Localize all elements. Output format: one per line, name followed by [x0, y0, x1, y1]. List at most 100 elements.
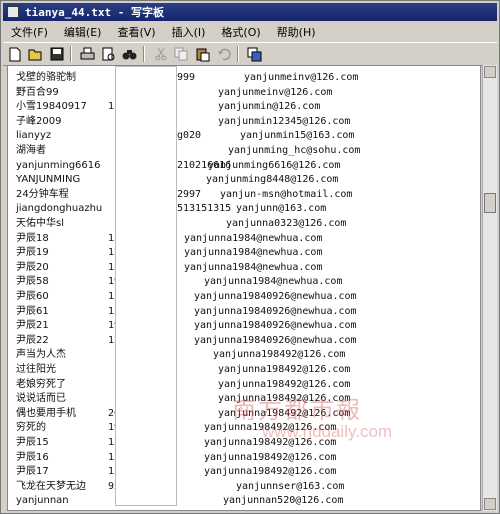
username-text: 过往阳光: [16, 364, 56, 375]
email-text: yanjunmin15@163.com: [240, 130, 355, 142]
partial-number-text: 1: [108, 101, 115, 113]
email-text: yanjunna1984@newhua.com: [184, 261, 323, 273]
text-line: jiangdonghuazhu 513151315 yanjunn@163.com: [8, 201, 480, 216]
username-text: 湖海者: [16, 145, 46, 156]
partial-number-text: g020: [177, 130, 202, 142]
text-line: 尹辰2119yanjunna19840926@newhua.com: [8, 318, 480, 333]
print-button[interactable]: [78, 45, 97, 63]
email-text: yanjunming6616@126.com: [208, 159, 341, 171]
email-text: yanjunmeinv@126.com: [218, 86, 333, 98]
paste-button[interactable]: [193, 45, 212, 63]
vertical-scrollbar[interactable]: [482, 65, 497, 511]
toolbar-separator: [70, 46, 72, 62]
username-text: 声当为人杰: [16, 349, 66, 361]
email-text: yanjun-msn@hotmail.com: [220, 188, 353, 200]
username-text: 尹辰21: [16, 320, 49, 332]
date-time-button[interactable]: [245, 45, 264, 63]
email-text: yanjunna19840926@newhua.com: [194, 305, 357, 317]
scroll-up-arrow-icon[interactable]: [484, 66, 496, 78]
email-text: yanjunming8448@126.com: [206, 174, 339, 186]
email-text: yanjunmin12345@126.com: [218, 115, 351, 127]
username-text: 天佑中华sl: [16, 218, 64, 229]
cut-button[interactable]: [151, 45, 170, 63]
text-line: yanjunming6616 210216616 yanjunming6616@12…: [8, 158, 480, 173]
print-icon: [80, 47, 95, 60]
menu-bar: 文件(F) 编辑(E) 查看(V) 插入(I) 格式(O) 帮助(H): [3, 22, 497, 41]
username-text: 尹辰20: [16, 261, 49, 273]
username-text: 尹辰22: [16, 334, 49, 346]
username-text: 子峰2009: [16, 115, 62, 127]
save-button[interactable]: [47, 45, 66, 63]
copy-button[interactable]: [172, 45, 191, 63]
date-time-icon: [247, 47, 262, 61]
username-text: 戈壁的骆驼制: [16, 72, 76, 83]
wordpad-app-icon: [7, 6, 19, 18]
email-text: yanjunna1984@newhua.com: [184, 232, 323, 244]
username-text: jiangdonghuazhu: [16, 203, 103, 215]
open-button[interactable]: [26, 45, 45, 63]
text-line: YANJUNMING yanjunming8448@126.com: [8, 172, 480, 187]
username-text: yanjunming6616: [16, 159, 101, 171]
menu-help[interactable]: 帮助(H): [269, 24, 324, 40]
email-text: yanjunna19840926@newhua.com: [194, 334, 357, 346]
find-button[interactable]: [120, 45, 139, 63]
text-line: 尹辰1612yanjunna198492@126.com: [8, 450, 480, 465]
username-text: 小雪19840917: [16, 101, 87, 113]
toolbar-separator: [237, 46, 239, 62]
menu-view[interactable]: 查看(V): [109, 24, 163, 40]
username-text: 飞龙在天梦无边: [16, 480, 86, 492]
username-text: yanjunnan: [16, 495, 69, 507]
email-text: yanjunna198492@126.com: [204, 466, 337, 478]
text-line: 尹辰1812yanjunna1984@newhua.com: [8, 231, 480, 246]
new-button[interactable]: [5, 45, 24, 63]
email-text: yanjunna198492@126.com: [213, 349, 346, 361]
text-line: 湖海者 yanjunming_hc@sohu.com: [8, 143, 480, 158]
copy-icon: [174, 47, 188, 61]
menu-edit[interactable]: 编辑(E): [56, 24, 110, 40]
blurred-column-overlay: [115, 66, 177, 506]
undo-button[interactable]: [214, 45, 233, 63]
username-text: 尹辰60: [16, 291, 49, 302]
text-line: 戈壁的骆驼制 999 yanjunmeinv@126.com: [8, 70, 480, 85]
window-title: tianya_44.txt - 写字板: [25, 6, 164, 19]
username-text: 老娘穷死了: [16, 378, 66, 390]
print-preview-button[interactable]: [99, 45, 118, 63]
username-text: 尹辰58: [16, 276, 49, 288]
scroll-down-arrow-icon[interactable]: [484, 498, 496, 510]
text-line: 尹辰1912yanjunna1984@newhua.com: [8, 245, 480, 260]
cut-icon: [155, 47, 166, 61]
email-text: yanjunnser@163.com: [236, 480, 345, 492]
username-text: 24分钟车程: [16, 188, 69, 200]
username-text: 说说话而已: [16, 393, 66, 405]
text-line: 声当为人杰 yanjunna198492@126.com: [8, 347, 480, 362]
scroll-thumb[interactable]: [484, 193, 496, 213]
text-line: 尹辰1712yanjunna198492@126.com: [8, 464, 480, 479]
username-text: 偶也要用手机: [16, 407, 76, 419]
open-icon: [28, 49, 42, 61]
text-line: 尹辰6112yanjunna19840926@newhua.com: [8, 304, 480, 319]
text-line: 野百合99 yanjunmeinv@126.com: [8, 85, 480, 100]
menu-insert[interactable]: 插入(I): [164, 24, 214, 40]
username-text: lianyyz: [16, 130, 52, 142]
text-line: 尹辰2212yanjunna19840926@newhua.com: [8, 333, 480, 348]
username-text: YANJUNMING: [16, 174, 81, 186]
new-icon: [9, 47, 20, 61]
username-text: 尹辰16: [16, 451, 49, 463]
text-line: yanjunnan yanjunnan520@126.com: [8, 493, 480, 508]
email-text: yanjunna198492@126.com: [218, 364, 351, 375]
email-text: yanjunna19840926@newhua.com: [194, 320, 357, 332]
email-text: yanjunmin@126.com: [218, 101, 321, 113]
text-line: 飞龙在天梦无边92yanjunnser@163.com: [8, 479, 480, 494]
find-icon: [122, 50, 137, 60]
title-bar[interactable]: tianya_44.txt - 写字板: [3, 3, 497, 21]
toolbar: [3, 42, 497, 66]
menu-format[interactable]: 格式(O): [213, 24, 268, 40]
email-text: yanjunna19840926@newhua.com: [194, 291, 357, 302]
email-text: yanjunna1984@newhua.com: [184, 247, 323, 259]
username-text: 尹辰17: [16, 466, 49, 478]
email-text: yanjunming_hc@sohu.com: [228, 145, 361, 156]
document-area[interactable]: 戈壁的骆驼制 999 yanjunmeinv@126.com 野百合99 yanjunm…: [7, 65, 481, 511]
username-text: 尹辰18: [16, 232, 49, 244]
paste-icon: [196, 48, 210, 61]
menu-file[interactable]: 文件(F): [3, 24, 56, 40]
